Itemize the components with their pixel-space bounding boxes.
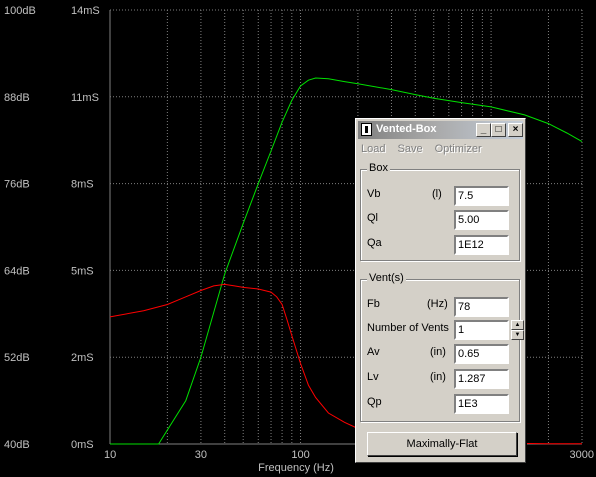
y-right-tick-label: 11mS (71, 92, 99, 104)
vent-group: Vent(s) Fb (Hz) Number of Vents ▲ ▼ Av (… (360, 272, 524, 422)
vb-label: Vb (367, 188, 381, 200)
lv-input[interactable] (454, 369, 509, 389)
vent-group-label: Vent(s) (367, 272, 406, 284)
ql-input[interactable] (454, 210, 509, 230)
vb-unit: (l) (432, 188, 442, 200)
number-of-vents-input[interactable] (454, 320, 509, 340)
x-axis-label: Frequency (Hz) (258, 462, 334, 474)
qp-label: Qp (367, 396, 382, 408)
y-left-tick-label: 40dB (4, 439, 30, 451)
vented-box-dialog: Vented-Box _ □ × Load Save Optimizer Box… (355, 118, 526, 463)
minimize-button[interactable]: _ (476, 123, 491, 137)
box-group: Box Vb (l) Ql Qa (360, 162, 520, 261)
menu-load[interactable]: Load (359, 143, 387, 159)
box-group-label: Box (367, 162, 390, 174)
fb-unit: (Hz) (427, 298, 448, 310)
av-input[interactable] (454, 344, 509, 364)
y-left-tick-label: 88dB (4, 92, 30, 104)
y-right-tick-label: 14mS (71, 5, 100, 17)
y-right-tick-label: 2mS (71, 352, 94, 364)
spin-up-icon[interactable]: ▲ (511, 320, 524, 330)
y-left-tick-label: 76dB (4, 179, 30, 191)
spin-down-icon[interactable]: ▼ (511, 330, 524, 340)
qa-label: Qa (367, 237, 382, 249)
x-tick-label: 100 (291, 449, 309, 461)
y-left-tick-label: 64dB (4, 265, 30, 277)
qa-input[interactable] (454, 235, 509, 255)
fb-label: Fb (367, 298, 380, 310)
vb-input[interactable] (454, 186, 509, 206)
qp-input[interactable] (454, 394, 509, 414)
fb-input[interactable] (454, 297, 509, 317)
x-tick-label: 3000 (570, 449, 594, 461)
number-of-vents-label: Number of Vents (367, 322, 449, 334)
lv-unit: (in) (430, 371, 446, 383)
close-button[interactable]: × (508, 123, 523, 137)
y-left-tick-label: 100dB (4, 5, 36, 17)
y-left-tick-label: 52dB (4, 352, 30, 364)
av-label: Av (367, 346, 380, 358)
x-tick-label: 10 (104, 449, 116, 461)
menu-save[interactable]: Save (395, 143, 424, 159)
x-tick-label: 30 (195, 449, 207, 461)
maximally-flat-button[interactable]: Maximally-Flat (367, 432, 517, 456)
av-unit: (in) (430, 346, 446, 358)
maximize-button[interactable]: □ (491, 123, 506, 137)
y-right-tick-label: 5mS (71, 265, 94, 277)
app-icon (361, 123, 372, 136)
y-right-tick-label: 8mS (71, 179, 94, 191)
lv-label: Lv (367, 371, 379, 383)
menu-optimizer[interactable]: Optimizer (433, 143, 484, 159)
ql-label: Ql (367, 212, 378, 224)
dialog-menubar: Load Save Optimizer (359, 143, 484, 159)
number-of-vents-spinner: ▲ ▼ (511, 320, 524, 340)
y-right-tick-label: 0mS (71, 439, 94, 451)
dialog-titlebar[interactable]: Vented-Box _ □ × (358, 121, 523, 139)
dialog-title: Vented-Box (376, 123, 437, 135)
